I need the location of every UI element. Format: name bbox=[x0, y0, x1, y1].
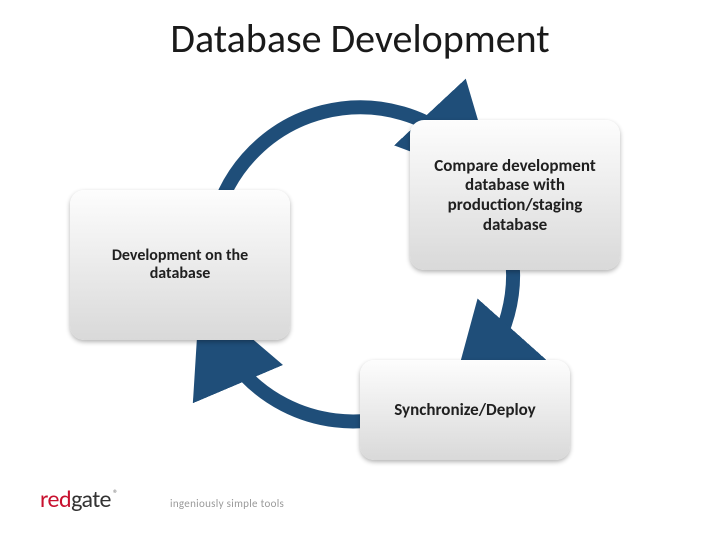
page-title: Database Development bbox=[0, 14, 720, 63]
node-development-label: Development on the database bbox=[84, 247, 276, 284]
slide: Database Development Development on the … bbox=[0, 0, 720, 540]
cycle-diagram: Development on the database Compare deve… bbox=[160, 70, 560, 470]
redgate-logo: redgate ® bbox=[40, 485, 120, 514]
logo-part-gate: gate bbox=[71, 485, 111, 514]
logo-text: redgate bbox=[40, 485, 111, 514]
node-deploy-label: Synchronize/Deploy bbox=[394, 400, 535, 420]
node-compare-label: Compare development database with produc… bbox=[424, 156, 606, 234]
registered-mark: ® bbox=[113, 487, 118, 500]
logo-tagline: ingeniously simple tools bbox=[170, 497, 284, 510]
node-deploy: Synchronize/Deploy bbox=[360, 360, 570, 460]
node-development: Development on the database bbox=[70, 190, 290, 340]
logo-part-red: red bbox=[40, 485, 71, 514]
node-compare: Compare development database with produc… bbox=[410, 120, 620, 270]
